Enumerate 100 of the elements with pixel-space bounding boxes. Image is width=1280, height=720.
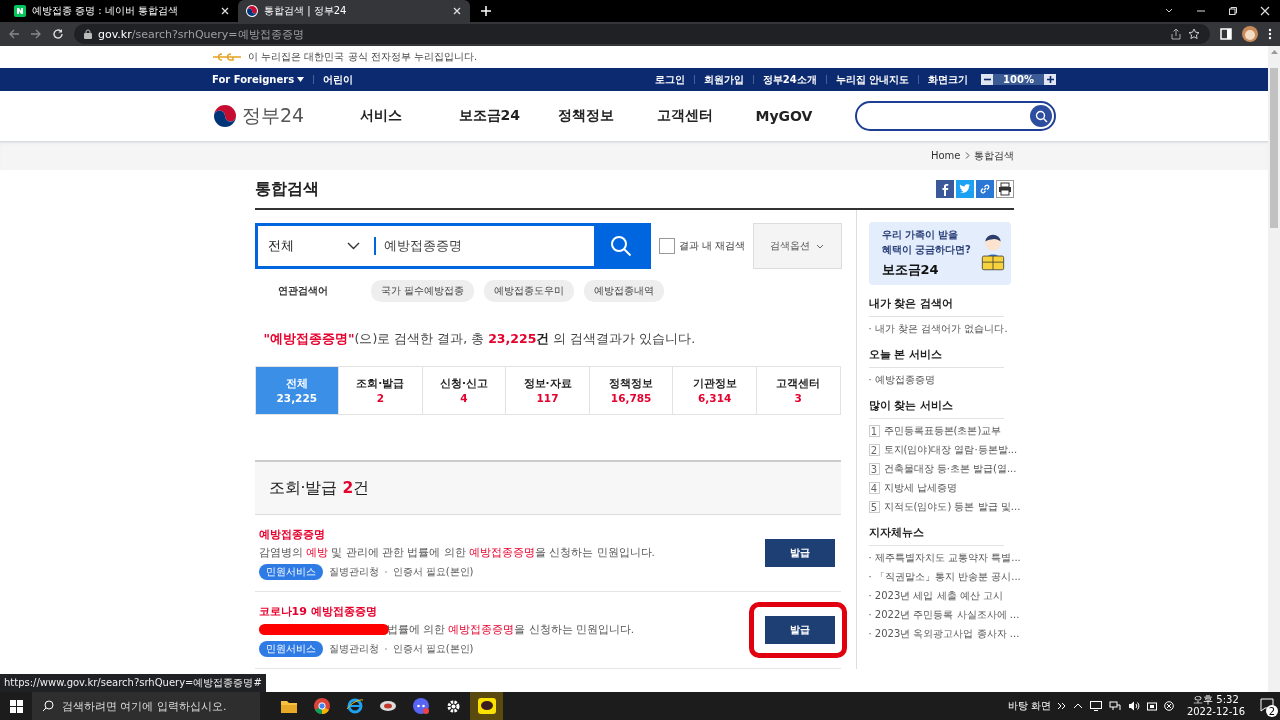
- minus-icon: [983, 76, 991, 83]
- link-url-status: https://www.gov.kr/search?srhQuery=예방접종증명#: [0, 674, 266, 692]
- sidebar-link[interactable]: · 2023년 옥외광고사업 종사자 ...: [868, 627, 1020, 641]
- top-link[interactable]: 회원가입: [694, 72, 753, 87]
- ime-icon[interactable]: [1146, 701, 1157, 711]
- sidebar-link[interactable]: 지적도(임야도) 등본 발급 및...: [883, 500, 1021, 514]
- related-term-chip[interactable]: 예방접종도우미: [483, 280, 574, 302]
- caret-icon: [297, 77, 305, 82]
- close-icon[interactable]: [220, 6, 230, 16]
- breadcrumb-link[interactable]: 통합검색: [973, 148, 1014, 163]
- speaker-icon[interactable]: [1127, 701, 1140, 711]
- main-menu-item[interactable]: 보조금24: [458, 107, 558, 125]
- menu-icon[interactable]: [1268, 28, 1272, 40]
- address-bar[interactable]: gov.kr/search?srhQuery=예방접종증명: [74, 24, 1210, 44]
- banner-title: 보조금24: [881, 261, 940, 279]
- sidebar-link[interactable]: · 내가 찾은 검색어가 없습니다.: [868, 322, 1008, 336]
- close-icon[interactable]: [1260, 6, 1270, 16]
- search-field[interactable]: 예방접종증명: [369, 226, 594, 266]
- language-menu[interactable]: For Foreigners: [212, 74, 314, 85]
- issue-button[interactable]: 발급: [764, 539, 835, 567]
- main-menu-item[interactable]: 서비스: [359, 107, 459, 125]
- requirement-note: 인증서 필요(본인): [392, 641, 474, 656]
- zoom-in-button[interactable]: [1044, 74, 1056, 85]
- notification-button[interactable]: 2: [1258, 697, 1276, 715]
- issue-button[interactable]: 발급: [764, 616, 835, 644]
- top-link[interactable]: 화면크기: [919, 72, 978, 87]
- main-menu-item[interactable]: 정책정보: [557, 107, 657, 125]
- search-icon: [609, 235, 632, 257]
- header-search-field[interactable]: [854, 101, 1056, 131]
- sidebar-link[interactable]: · 「직권말소」통지 반송분 공시...: [868, 570, 1021, 584]
- result-title-link[interactable]: 코로나19 예방접종증명: [258, 603, 765, 619]
- top-link[interactable]: 누리집 안내지도: [826, 72, 919, 87]
- result-title-link[interactable]: 예방접종증명: [258, 526, 765, 542]
- reload-icon[interactable]: [52, 28, 64, 40]
- sidebar-link[interactable]: 토지(임야)대장 열람·등본발...: [883, 443, 1018, 457]
- search-options-button[interactable]: 검색옵션: [753, 223, 842, 269]
- related-term-chip[interactable]: 국가 필수예방접종: [370, 280, 474, 302]
- circle-x-icon[interactable]: [1163, 701, 1174, 711]
- top-link[interactable]: 로그인: [645, 72, 694, 87]
- banner-text: 우리 가족이 받을: [881, 228, 960, 242]
- network-icon[interactable]: [1108, 701, 1121, 711]
- scope-dropdown[interactable]: 전체: [257, 226, 370, 266]
- windows-icon: [9, 699, 23, 713]
- taegeuk-favicon-icon: [246, 5, 258, 17]
- taegeuk-logo-icon: [212, 103, 238, 129]
- browser-tab[interactable]: 통합검색 | 정부24: [238, 0, 470, 22]
- breadcrumb-link[interactable]: Home: [930, 150, 961, 161]
- double-chevron-icon[interactable]: [1057, 703, 1066, 709]
- sidebar-link[interactable]: · 예방접종증명: [868, 373, 935, 387]
- sidebar-link[interactable]: · 2022년 주민등록 사실조사에 ...: [868, 608, 1020, 622]
- link-icon[interactable]: [975, 180, 994, 198]
- search-button[interactable]: [1030, 105, 1052, 127]
- sidebar-link[interactable]: 주민등록표등본(초본)교부: [883, 424, 1002, 438]
- new-tab-icon[interactable]: [480, 5, 492, 17]
- subsidy-banner[interactable]: 우리 가족이 받을 혜택이 궁금하다면? 보조금24: [868, 222, 1011, 285]
- close-icon[interactable]: [452, 6, 462, 16]
- side-panel-icon[interactable]: [1220, 28, 1232, 40]
- top-link[interactable]: 정부24소개: [753, 72, 826, 87]
- speech-bubble-app-icon[interactable]: [470, 692, 503, 720]
- agency-name: 질병관리청: [328, 564, 379, 579]
- sidebar-link[interactable]: 지방세 납세증명: [883, 481, 957, 495]
- zoom-level: 100%: [1002, 74, 1035, 85]
- top-link[interactable]: 어린이: [314, 72, 363, 87]
- forward-icon[interactable]: [30, 28, 42, 40]
- twitter-icon[interactable]: [955, 180, 974, 198]
- share-icon[interactable]: [1170, 28, 1182, 40]
- browser-tab[interactable]: 예방접종 증명 : 네이버 통합검색: [6, 0, 238, 22]
- related-term-chip[interactable]: 예방접종내역: [583, 280, 664, 302]
- search-button[interactable]: [593, 226, 648, 266]
- result-summary: "예방접종증명"(으)로 검색한 결과, 총 23,225건 의 검색결과가 있습니다.: [263, 331, 697, 348]
- clock[interactable]: 오후 5:32 2022-12-16: [1180, 693, 1251, 719]
- facebook-icon[interactable]: [935, 180, 954, 198]
- print-icon[interactable]: [995, 180, 1014, 198]
- page-title: 통합검색: [254, 178, 319, 200]
- sidebar-link[interactable]: 건축물대장 등·초본 발급(열...: [883, 462, 1017, 476]
- restore-icon[interactable]: [1228, 6, 1238, 16]
- desktop-toolbar-label[interactable]: 바탕 화면: [1007, 699, 1051, 713]
- sidebar-heading: 지자체뉴스: [868, 526, 1004, 546]
- zoom-out-button[interactable]: [981, 74, 994, 85]
- sidebar-link[interactable]: · 제주특별자치도 교통약자 특별...: [868, 551, 1021, 565]
- rank-number: 4: [868, 482, 880, 494]
- requirement-note: 인증서 필요(본인): [392, 564, 474, 579]
- chevron-down-icon: [816, 243, 825, 249]
- sidebar-link[interactable]: · 2023년 세입 세출 예산 고시: [868, 589, 1004, 603]
- site-logo[interactable]: 정부24: [242, 103, 305, 129]
- related-terms-label: 연관검색어: [276, 284, 329, 298]
- taskbar-search-field[interactable]: 검색하려면 여기에 입력하십시오.: [32, 692, 260, 720]
- chevron-up-icon[interactable]: [1072, 703, 1083, 709]
- main-menu-item[interactable]: 고객센터: [656, 107, 756, 125]
- result-description: 법률에 의한 예방접종증명을 신청하는 민원입니다.: [386, 622, 635, 637]
- back-icon[interactable]: [8, 28, 20, 40]
- research-checkbox[interactable]: 결과 내 재검색: [658, 238, 746, 254]
- lock-icon: [84, 29, 92, 39]
- sidebar-heading: 내가 찾은 검색어: [868, 297, 1004, 317]
- star-icon[interactable]: [1188, 28, 1200, 40]
- avatar-icon[interactable]: [1242, 26, 1258, 42]
- monitor-icon[interactable]: [1089, 701, 1102, 711]
- main-menu-item[interactable]: MyGOV: [755, 107, 855, 125]
- section-heading: 조회·발급 2건: [268, 477, 370, 499]
- scrollbar-thumb[interactable]: [1270, 68, 1278, 228]
